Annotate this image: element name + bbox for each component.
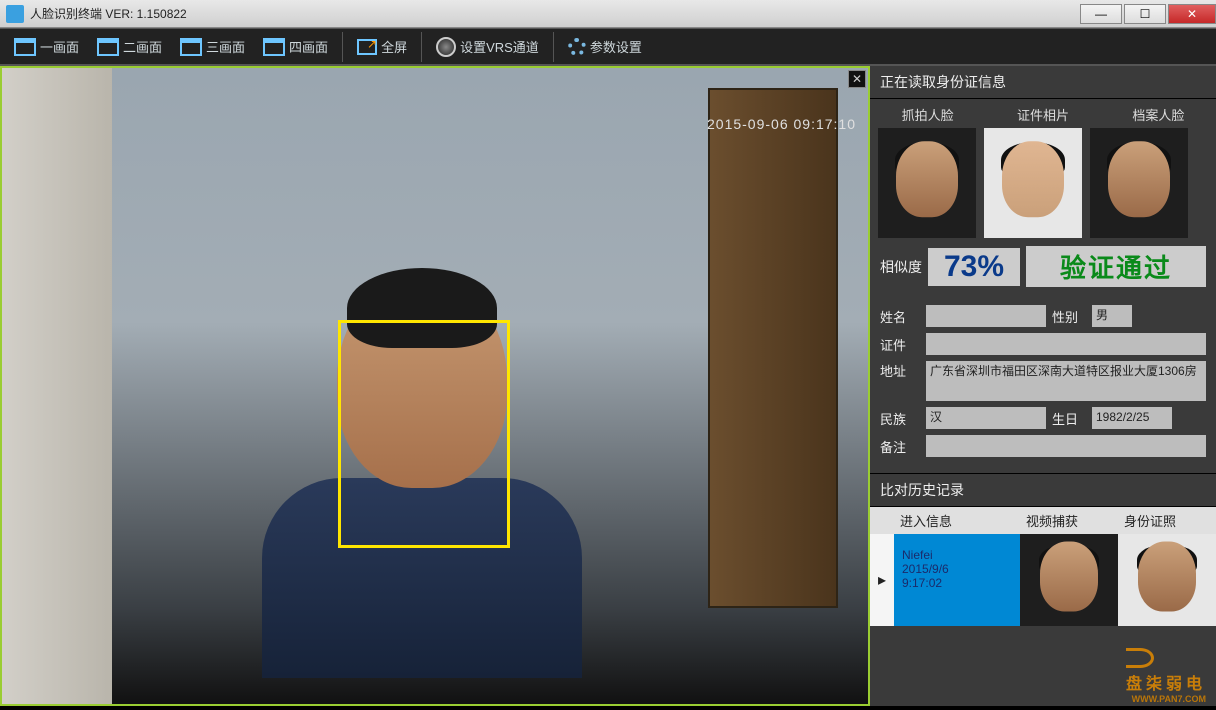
close-button[interactable]: ✕ — [1168, 4, 1216, 24]
side-panel: 正在读取身份证信息 抓拍人脸 证件相片 档案人脸 相似度 73% 验证通过 姓名… — [870, 66, 1216, 706]
gear-icon — [568, 38, 586, 56]
settings-button[interactable]: 参数设置 — [560, 35, 650, 58]
view2-button[interactable]: 二画面 — [89, 35, 170, 58]
divider — [342, 32, 343, 62]
divider — [553, 32, 554, 62]
minimize-button[interactable]: — — [1080, 4, 1122, 24]
toolbar: 一画面 二画面 三画面 四画面 全屏 设置VRS通道 参数设置 — [0, 28, 1216, 66]
fullscreen-icon — [357, 39, 377, 55]
history-enter-info: Niefei 2015/9/6 9:17:02 — [894, 534, 1020, 626]
history-id-thumb — [1118, 534, 1216, 626]
view1-button[interactable]: 一画面 — [6, 35, 87, 58]
history-col-id: 身份证照 — [1118, 507, 1216, 534]
archive-face-thumb — [1090, 128, 1188, 238]
grid-icon — [263, 38, 285, 56]
id-reading-title: 正在读取身份证信息 — [870, 66, 1216, 99]
history-video-thumb — [1020, 534, 1118, 626]
capture-face-thumb — [878, 128, 976, 238]
similarity-value: 73% — [928, 248, 1020, 286]
id-photo-thumb — [984, 128, 1082, 238]
thumb-label-capture: 抓拍人脸 — [902, 105, 954, 124]
history-date: 2015/9/6 — [902, 562, 1012, 576]
history-col-enter: 进入信息 — [894, 507, 1020, 534]
gender-label: 性别 — [1052, 307, 1086, 326]
history-name: Niefei — [902, 548, 1012, 562]
maximize-button[interactable]: ☐ — [1124, 4, 1166, 24]
history-title: 比对历史记录 — [870, 474, 1216, 507]
addr-field[interactable]: 广东省深圳市福田区深南大道特区报业大厦1306房 — [926, 361, 1206, 401]
similarity-label: 相似度 — [880, 257, 922, 277]
id-fields: 姓名 性别 男 证件 地址 广东省深圳市福田区深南大道特区报业大厦1306房 民… — [870, 295, 1216, 473]
window-titlebar: 人脸识别终端 VER: 1.150822 — ☐ ✕ — [0, 0, 1216, 28]
scene-door — [708, 88, 838, 608]
thumb-label-archive: 档案人脸 — [1132, 105, 1184, 124]
history-time: 9:17:02 — [902, 576, 1012, 590]
face-detection-box — [338, 320, 510, 548]
video-feed[interactable]: 2015-09-06 09:17:10 ✕ — [0, 66, 870, 706]
thumb-label-idphoto: 证件相片 — [1017, 105, 1069, 124]
window-title: 人脸识别终端 VER: 1.150822 — [30, 5, 1078, 22]
addr-label: 地址 — [880, 361, 920, 380]
name-label: 姓名 — [880, 307, 920, 326]
name-field[interactable] — [926, 305, 1046, 327]
video-close-button[interactable]: ✕ — [848, 70, 866, 88]
vrs-channel-button[interactable]: 设置VRS通道 — [428, 35, 547, 59]
birth-label: 生日 — [1052, 409, 1086, 428]
camera-icon — [436, 37, 456, 57]
scene-wall — [2, 68, 112, 704]
row-indicator-icon: ▸ — [870, 534, 894, 626]
grid-icon — [97, 38, 119, 56]
view3-button[interactable]: 三画面 — [172, 35, 253, 58]
view4-button[interactable]: 四画面 — [255, 35, 336, 58]
grid-icon — [180, 38, 202, 56]
nation-label: 民族 — [880, 409, 920, 428]
video-timestamp: 2015-09-06 09:17:10 — [707, 116, 856, 132]
idnum-label: 证件 — [880, 335, 920, 354]
idnum-field[interactable] — [926, 333, 1206, 355]
history-col-video: 视频捕获 — [1020, 507, 1118, 534]
fullscreen-button[interactable]: 全屏 — [349, 35, 415, 58]
history-header: 进入信息 视频捕获 身份证照 — [870, 507, 1216, 534]
nation-field[interactable]: 汉 — [926, 407, 1046, 429]
app-icon — [6, 5, 24, 23]
gender-field[interactable]: 男 — [1092, 305, 1132, 327]
history-row[interactable]: ▸ Niefei 2015/9/6 9:17:02 — [870, 534, 1216, 626]
grid-icon — [14, 38, 36, 56]
birth-field[interactable]: 1982/2/25 — [1092, 407, 1172, 429]
divider — [421, 32, 422, 62]
remark-label: 备注 — [880, 437, 920, 456]
verify-pass-badge: 验证通过 — [1026, 246, 1206, 287]
thumb-headers: 抓拍人脸 证件相片 档案人脸 — [870, 99, 1216, 128]
remark-field[interactable] — [926, 435, 1206, 457]
